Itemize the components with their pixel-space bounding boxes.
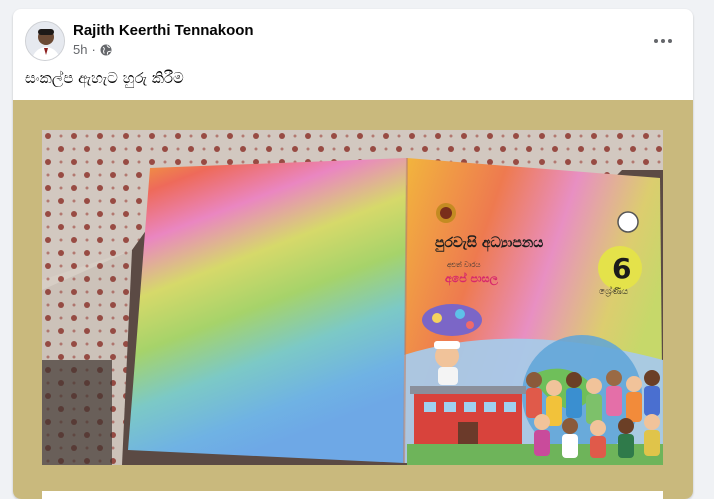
meta-separator: · — [91, 42, 96, 57]
grade-number: 6 — [612, 252, 631, 285]
book-cover-photo[interactable]: පුරවැසි අධ්‍යාපනය අළුත් වාරය අපේ පාසල 6 … — [42, 130, 663, 465]
post-card: Rajith Keerthi Tennakoon 5h · සංකල්ප ඇහැ… — [13, 9, 693, 499]
post-time[interactable]: 5h — [73, 42, 87, 57]
book-subtitle-small: අළුත් වාරය — [447, 261, 481, 270]
post-caption: සංකල්ප ඇහැට හුරු කිරීම — [25, 69, 184, 87]
more-options-icon — [654, 39, 672, 43]
author-name[interactable]: Rajith Keerthi Tennakoon — [73, 22, 254, 39]
more-options-button[interactable] — [645, 23, 681, 59]
globe-icon[interactable] — [100, 44, 112, 56]
author-avatar[interactable] — [25, 21, 65, 61]
post-header: Rajith Keerthi Tennakoon 5h · — [13, 9, 693, 65]
grade-label: ශ්‍රේණිය — [599, 286, 629, 297]
post-meta: 5h · — [73, 42, 112, 57]
book-title: පුරවැසි අධ්‍යාපනය — [434, 235, 543, 253]
media-footer-strip — [42, 491, 663, 499]
book-subtitle: අපේ පාසල — [445, 271, 499, 287]
post-media[interactable]: පුරවැසි අධ්‍යාපනය අළුත් වාරය අපේ පාසල 6 … — [13, 100, 693, 499]
